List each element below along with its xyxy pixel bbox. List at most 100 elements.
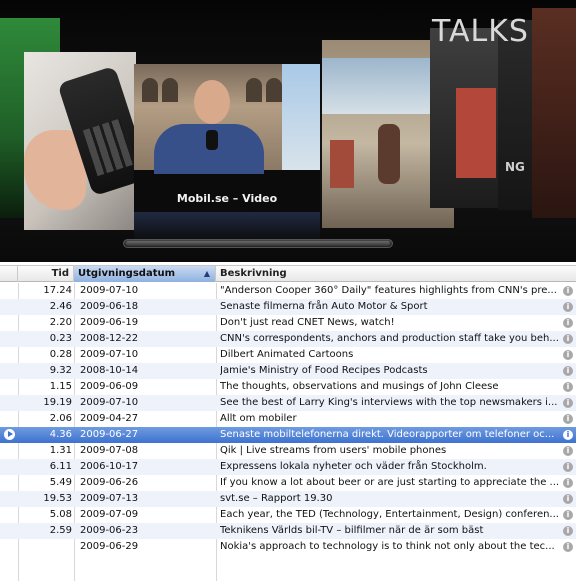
cover-art-mobile-phone[interactable] [24,52,136,230]
table-row-selected[interactable]: 4.36 2009-06-27 Senaste mobiltelefonerna d… [0,427,576,443]
table-row[interactable]: 9.32 2008-10-14 Jamie's Ministry of Food R… [0,363,576,379]
row-info-cell[interactable]: i [562,507,574,523]
coverflow-scrollbar[interactable] [123,239,393,248]
info-icon[interactable]: i [563,334,573,344]
info-icon[interactable]: i [563,302,573,312]
cell-description: svt.se – Rapport 19.30 [220,493,333,504]
column-header-description[interactable]: Beskrivning [216,266,576,282]
cover-banner-text: TALKS [432,14,529,49]
table-row[interactable]: 0.23 2008-12-22 CNN's correspondents, anch… [0,331,576,347]
row-status-cell [0,507,18,523]
row-info-cell[interactable]: i [562,539,574,555]
cell-release-date: 2009-06-09 [80,381,139,392]
coverflow-scroll-thumb[interactable] [126,241,390,246]
play-icon[interactable] [3,429,15,440]
info-icon[interactable]: i [563,318,573,328]
cover-art-right-4[interactable] [532,8,576,218]
info-icon[interactable]: i [563,398,573,408]
cell-time: 2.20 [49,317,72,328]
cell-release-date: 2008-12-22 [80,333,139,344]
table-row[interactable]: 0.28 2009-07-10 Dilbert Animated Cartoons i [0,347,576,363]
info-icon[interactable]: i [563,462,573,472]
info-icon[interactable]: i [563,542,573,552]
row-status-cell [0,443,18,459]
row-info-cell[interactable]: i [562,443,574,459]
cell-description: The thoughts, observations and musings o… [220,381,499,392]
cell-release-date: 2009-06-18 [80,301,139,312]
table-row[interactable]: 19.53 2009-07-13 svt.se – Rapport 19.30 i [0,491,576,507]
table-row[interactable]: 2.06 2009-04-27 Allt om mobiler i [0,411,576,427]
column-header-status[interactable] [0,266,18,282]
row-info-cell[interactable]: i [562,491,574,507]
cover-art-right-2[interactable] [430,28,500,208]
episode-table[interactable]: 17.24 2009-07-10 "Anderson Cooper 360° Dai… [0,283,576,581]
info-icon[interactable]: i [563,430,573,440]
video-scene [134,64,320,174]
row-info-cell[interactable]: i [562,315,574,331]
cell-release-date: 2009-06-23 [80,525,139,536]
table-row[interactable]: 6.11 2006-10-17 Expressens lokala nyheter … [0,459,576,475]
cover-side-text: NG [505,160,525,174]
info-icon[interactable]: i [563,526,573,536]
coverflow-view[interactable]: Mobil.se – Video TALKS NG [0,0,576,262]
cell-description: Senaste filmerna från Auto Motor & Sport [220,301,428,312]
row-status-cell [0,315,18,331]
row-info-cell[interactable]: i [562,299,574,315]
row-info-cell[interactable]: i [562,459,574,475]
row-info-cell[interactable]: i [562,283,574,299]
row-info-cell[interactable]: i [562,411,574,427]
cell-release-date: 2009-06-26 [80,477,139,488]
info-icon[interactable]: i [563,350,573,360]
cell-time: 2.06 [49,413,72,424]
cell-time [18,539,72,555]
info-icon[interactable]: i [563,494,573,504]
cell-time: 9.32 [49,365,72,376]
row-info-cell[interactable]: i [562,523,574,539]
table-row[interactable]: 5.49 2009-06-26 If you know a lot about be… [0,475,576,491]
row-info-cell[interactable]: i [562,331,574,347]
row-info-cell[interactable]: i [562,379,574,395]
column-header-release-date[interactable]: Utgivningsdatum ▲ [74,266,216,282]
table-row[interactable]: 1.15 2009-06-09 The thoughts, observations… [0,379,576,395]
info-icon[interactable]: i [563,478,573,488]
row-status-cell[interactable] [0,427,18,443]
cover-reflection [134,212,320,242]
cover-art-center-video[interactable] [134,64,320,236]
table-row[interactable]: 19.19 2009-07-10 See the best of Larry Kin… [0,395,576,411]
cell-time: 19.53 [43,493,72,504]
table-row[interactable]: 2.46 2009-06-18 Senaste filmerna från Auto… [0,299,576,315]
cell-release-date: 2006-10-17 [80,461,139,472]
cell-time: 4.36 [49,429,72,440]
sort-ascending-icon: ▲ [203,269,210,278]
cell-time: 1.15 [49,381,72,392]
cell-description: See the best of Larry King's interviews … [220,397,558,408]
row-status-cell [0,283,18,299]
row-info-cell[interactable]: i [562,347,574,363]
info-icon[interactable]: i [563,446,573,456]
info-icon[interactable]: i [563,414,573,424]
info-icon[interactable]: i [563,286,573,296]
table-row[interactable]: 2009-06-29 Nokia's approach to technology… [0,539,576,555]
cell-description: Jamie's Ministry of Food Recipes Podcast… [220,365,428,376]
row-info-cell[interactable]: i [562,395,574,411]
cell-description: Nokia's approach to technology is to thi… [220,541,555,552]
row-info-cell[interactable]: i [562,363,574,379]
column-header-time[interactable]: Tid [18,266,74,282]
cell-description: Qik | Live streams from users' mobile ph… [220,445,447,456]
info-icon[interactable]: i [563,366,573,376]
info-icon[interactable]: i [563,510,573,520]
table-row[interactable]: 1.31 2009-07-08 Qik | Live streams from us… [0,443,576,459]
cell-release-date: 2009-06-27 [80,429,139,440]
info-icon[interactable]: i [563,382,573,392]
table-row[interactable]: 17.24 2009-07-10 "Anderson Cooper 360° Dai… [0,283,576,299]
table-row[interactable]: 5.08 2009-07-09 Each year, the TED (Techno… [0,507,576,523]
cell-release-date: 2009-07-09 [80,509,139,520]
row-status-cell [0,491,18,507]
row-info-cell[interactable]: i [562,475,574,491]
cell-time: 2.46 [49,301,72,312]
column-header-release-date-label: Utgivningsdatum [78,268,176,279]
table-row[interactable]: 2.20 2009-06-19 Don't just read CNET News,… [0,315,576,331]
cell-time: 19.19 [43,397,72,408]
row-info-cell[interactable]: i [562,427,574,443]
table-row[interactable]: 2.59 2009-06-23 Teknikens Världs bil-TV – … [0,523,576,539]
